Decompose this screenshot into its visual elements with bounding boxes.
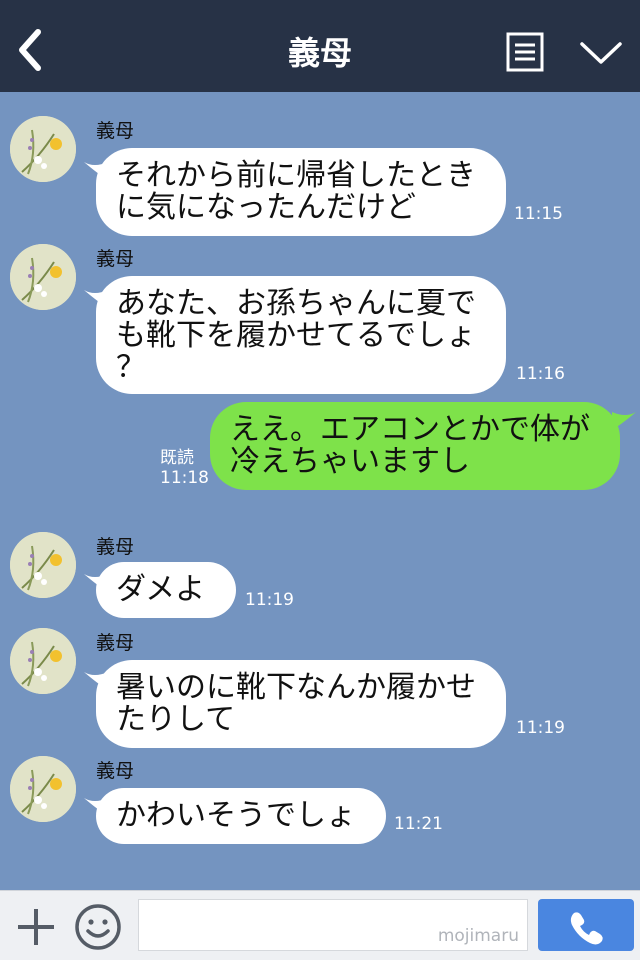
watermark: mojimaru: [437, 926, 519, 946]
read-time: 11:18: [160, 468, 209, 488]
plus-icon: [18, 909, 54, 945]
message-line: に気になったんだけど: [116, 190, 416, 225]
flower-avatar-image: [10, 628, 76, 694]
avatar[interactable]: [10, 756, 76, 822]
message-line: 冷えちゃいますし: [230, 444, 470, 479]
read-label: 既読: [160, 448, 194, 468]
chevron-down-icon: [580, 42, 622, 64]
timestamp: 11:19: [245, 590, 294, 610]
message-line: も靴下を履かせてるでしょ: [116, 318, 476, 353]
timestamp: 11:19: [516, 718, 565, 738]
avatar[interactable]: [10, 244, 76, 310]
timestamp: 11:16: [516, 364, 565, 384]
menu-icon: [506, 32, 544, 72]
sender-name: 義母: [96, 248, 135, 270]
sender-name: 義母: [96, 536, 135, 558]
phone-icon: [570, 912, 603, 945]
message-line: かわいそうでしょ: [116, 798, 356, 833]
avatar[interactable]: [10, 116, 76, 182]
message-bubble[interactable]: ええ。エアコンとかで体が 冷えちゃいますし: [210, 402, 620, 490]
chat-header: 義母: [0, 0, 640, 92]
message-bubble[interactable]: あなた、お孫ちゃんに夏で も靴下を履かせてるでしょ ？: [96, 276, 506, 394]
flower-avatar-image: [10, 244, 76, 310]
sender-name: 義母: [96, 120, 135, 142]
avatar[interactable]: [10, 532, 76, 598]
menu-button[interactable]: [506, 32, 544, 72]
flower-avatar-image: [10, 756, 76, 822]
chat-area[interactable]: 義母 それから前に帰省したとき に気になったんだけど 11:15 義母 あなた、…: [0, 92, 640, 890]
message-line: それから前に帰省したとき: [116, 158, 476, 193]
message-bubble[interactable]: 暑いのに靴下なんか履かせ たりして: [96, 660, 506, 748]
avatar[interactable]: [10, 628, 76, 694]
emoji-icon: [75, 904, 121, 950]
add-button[interactable]: [14, 905, 58, 949]
message-line: ええ。エアコンとかで体が: [230, 412, 590, 447]
flower-avatar-image: [10, 532, 76, 598]
emoji-button[interactable]: [74, 903, 122, 951]
message-line: ？: [116, 350, 146, 385]
flower-avatar-image: [10, 116, 76, 182]
message-line: 暑いのに靴下なんか履かせ: [116, 670, 476, 705]
message-line: あなた、お孫ちゃんに夏で: [116, 286, 476, 321]
read-receipt: 既読 11:18: [160, 448, 209, 488]
message-bubble[interactable]: それから前に帰省したとき に気になったんだけど: [96, 148, 506, 236]
timestamp: 11:15: [514, 204, 563, 224]
call-button[interactable]: [538, 899, 634, 951]
bubble-tail: [612, 412, 636, 430]
dropdown-button[interactable]: [578, 38, 624, 68]
message-bubble[interactable]: かわいそうでしょ: [96, 788, 386, 844]
message-input[interactable]: mojimaru: [138, 899, 528, 951]
message-line: ダメよ: [116, 572, 206, 607]
sender-name: 義母: [96, 632, 135, 654]
sender-name: 義母: [96, 760, 135, 782]
message-bubble[interactable]: ダメよ: [96, 562, 236, 618]
input-bar: mojimaru: [0, 890, 640, 960]
message-line: たりして: [116, 702, 236, 737]
page-title: 義母: [287, 34, 352, 72]
timestamp: 11:21: [394, 814, 443, 834]
